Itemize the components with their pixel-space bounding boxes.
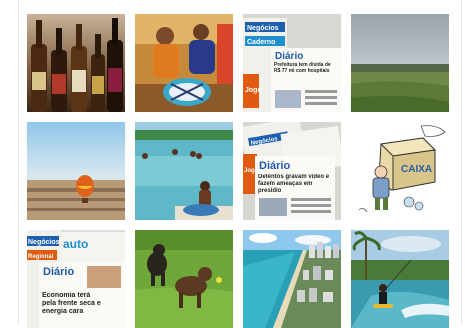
newspaper-stack-image-1: Negócios Caderno Jogo Diário Prefeitura … (243, 14, 341, 112)
dogs-on-grass-photo[interactable] (135, 230, 233, 328)
beach-city-aerial-photo[interactable] (243, 230, 341, 328)
paper-headline-2: Detentos gravam vídeo e fazem ameaças em… (258, 174, 330, 194)
beach-city-aerial-image (243, 230, 341, 328)
kitesurfer-photo[interactable] (351, 230, 449, 328)
beer-bottles-photo[interactable] (27, 14, 125, 112)
paper-brand-auto: auto (63, 237, 88, 251)
paper-brand-regional: Regional (28, 254, 54, 260)
paper-headline: Prefeitura tem dívida de R$ 77 mi com ho… (274, 62, 331, 74)
paper-brand-negocios: Negócios (247, 25, 279, 32)
paper-brand-diario-3: Diário (43, 266, 74, 278)
hot-air-balloon-photo[interactable] (27, 122, 125, 220)
dogs-on-grass-image (135, 230, 233, 328)
newspaper-stack-image-2: Negócios Jogo Diário Detentos gravam víd… (243, 122, 341, 220)
rainy-field-image (351, 14, 449, 112)
caixa-box-label: CAIXA (401, 164, 432, 175)
street-musicians-image (135, 14, 233, 112)
gallery-panel: Negócios Caderno Jogo Diário Prefeitura … (18, 0, 462, 328)
caixa-cartoon-image: CAIXA (351, 122, 449, 220)
newspaper-stack-photo-3[interactable]: Negócios Regional auto Diário Economia t… (27, 230, 125, 328)
beer-bottles-image (27, 14, 125, 112)
paper-brand-diario-2: Diário (259, 160, 290, 172)
rainy-field-photo[interactable] (351, 14, 449, 112)
newspaper-stack-photo-1[interactable]: Negócios Caderno Jogo Diário Prefeitura … (243, 14, 341, 112)
newspaper-stack-photo-2[interactable]: Negócios Jogo Diário Detentos gravam víd… (243, 122, 341, 220)
street-musicians-photo[interactable] (135, 14, 233, 112)
beach-bathers-photo[interactable] (135, 122, 233, 220)
paper-brand-negocios-3: Negócios (28, 239, 60, 246)
kitesurfer-image (351, 230, 449, 328)
hot-air-balloon-image (27, 122, 125, 220)
paper-brand-jogo: Jogo (245, 87, 262, 94)
paper-brand-caderno: Caderno (247, 39, 275, 46)
photo-grid: Negócios Caderno Jogo Diário Prefeitura … (27, 14, 451, 328)
newspaper-stack-image-3: Negócios Regional auto Diário Economia t… (27, 230, 125, 328)
paper-headline-3: Economia terá pela frente seca e energia… (42, 292, 101, 315)
beach-bathers-image (135, 122, 233, 220)
paper-brand-diario: Diário (275, 51, 303, 62)
caixa-cartoon[interactable]: CAIXA (351, 122, 449, 220)
